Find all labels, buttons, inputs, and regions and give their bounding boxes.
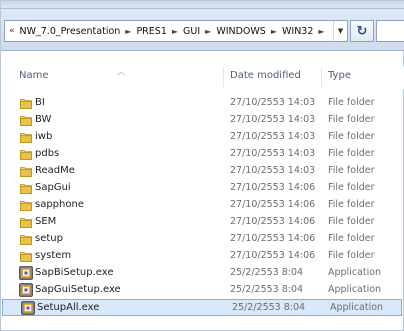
breadcrumb[interactable]: « NW_7.0_Presentation ► PRES1 ► GUI ► WI… [4, 20, 348, 42]
file-date-modified: 25/2/2553 8:04 [230, 267, 304, 278]
folder-icon [20, 131, 32, 143]
file-list: BI 27/10/2553 14:03 File folder BW 27/10/255… [1, 95, 404, 316]
file-row[interactable]: BW 27/10/2553 14:03 File folder [1, 112, 401, 129]
file-row[interactable]: SEM 27/10/2553 14:06 File folder [1, 214, 401, 231]
file-date-modified: 27/10/2553 14:03 [230, 165, 316, 176]
column-header-name[interactable]: Name [19, 70, 49, 81]
column-header-row: ︿ Name Date modified Type [1, 67, 404, 89]
title-bar [1, 1, 404, 9]
breadcrumb-item[interactable]: WINDOWS [214, 26, 268, 37]
folder-icon [20, 97, 32, 109]
file-name[interactable]: ReadMe [35, 165, 75, 176]
file-name[interactable]: SapBiSetup.exe [35, 267, 114, 278]
file-name[interactable]: SapGuiSetup.exe [35, 284, 121, 295]
file-type: File folder [328, 199, 375, 210]
file-date-modified: 27/10/2553 14:03 [230, 148, 316, 159]
file-row[interactable]: setup 27/10/2553 14:06 File folder [1, 231, 401, 248]
refresh-button[interactable]: ↻ [350, 20, 374, 42]
application-icon [19, 283, 33, 297]
breadcrumb-item[interactable]: GUI [181, 26, 202, 37]
folder-icon [20, 165, 32, 177]
breadcrumb-separator-icon[interactable]: ► [122, 27, 134, 36]
file-type: File folder [328, 216, 375, 227]
file-name[interactable]: iwb [35, 131, 52, 142]
file-name[interactable]: pdbs [35, 148, 59, 159]
breadcrumb-item[interactable]: WIN32 [280, 26, 315, 37]
file-row[interactable]: iwb 27/10/2553 14:03 File folder [1, 129, 401, 146]
folder-icon [20, 233, 32, 245]
file-name[interactable]: SEM [35, 216, 56, 227]
file-date-modified: 27/10/2553 14:06 [230, 233, 316, 244]
overflow-chevron-icon[interactable]: « [5, 26, 18, 36]
refresh-icon: ↻ [356, 23, 368, 39]
application-icon [19, 266, 33, 280]
file-type: File folder [328, 131, 375, 142]
file-date-modified: 27/10/2553 14:03 [230, 131, 316, 142]
breadcrumb-separator-icon[interactable]: ► [169, 27, 181, 36]
file-name[interactable]: BW [35, 114, 51, 125]
file-name[interactable]: sapphone [35, 199, 84, 210]
file-row[interactable]: BI 27/10/2553 14:03 File folder [1, 95, 401, 112]
column-divider[interactable] [223, 67, 224, 87]
address-dropdown-icon[interactable]: ▼ [333, 21, 347, 41]
file-type: File folder [328, 97, 375, 108]
file-row[interactable]: SetupAll.exe 25/2/2553 8:04 Application [2, 299, 402, 316]
file-date-modified: 27/10/2553 14:06 [230, 182, 316, 193]
search-input[interactable] [376, 20, 404, 42]
file-name[interactable]: SetupAll.exe [37, 302, 99, 313]
sort-ascending-icon: ︿ [117, 67, 125, 76]
folder-icon [20, 216, 32, 228]
folder-icon [20, 148, 32, 160]
file-row[interactable]: system 27/10/2553 14:06 File folder [1, 248, 401, 265]
column-divider[interactable] [321, 67, 322, 87]
file-type: File folder [328, 233, 375, 244]
file-row[interactable]: SapGui 27/10/2553 14:06 File folder [1, 180, 401, 197]
file-row[interactable]: SapBiSetup.exe 25/2/2553 8:04 Application [1, 265, 401, 282]
file-date-modified: 27/10/2553 14:06 [230, 216, 316, 227]
file-date-modified: 27/10/2553 14:06 [230, 250, 316, 261]
file-type: Application [330, 302, 384, 313]
breadcrumb-item[interactable]: NW_7.0_Presentation [18, 26, 123, 37]
file-type: Application [328, 284, 382, 295]
breadcrumb-separator-icon[interactable]: ► [268, 27, 280, 36]
file-row[interactable]: pdbs 27/10/2553 14:03 File folder [1, 146, 401, 163]
file-row[interactable]: SapGuiSetup.exe 25/2/2553 8:04 Application [1, 282, 401, 299]
folder-icon [20, 182, 32, 194]
file-type: File folder [328, 148, 375, 159]
file-date-modified: 27/10/2553 14:06 [230, 199, 316, 210]
file-row[interactable]: ReadMe 27/10/2553 14:03 File folder [1, 163, 401, 180]
application-icon [21, 301, 35, 315]
breadcrumb-separator-icon[interactable]: ► [315, 27, 327, 36]
file-row[interactable]: sapphone 27/10/2553 14:06 File folder [1, 197, 401, 214]
file-type: File folder [328, 182, 375, 193]
column-header-date[interactable]: Date modified [230, 70, 301, 81]
file-type: File folder [328, 165, 375, 176]
file-date-modified: 25/2/2553 8:04 [232, 302, 306, 313]
file-name[interactable]: system [35, 250, 71, 261]
column-header-type[interactable]: Type [328, 70, 351, 81]
file-date-modified: 27/10/2553 14:03 [230, 114, 316, 125]
file-name[interactable]: setup [35, 233, 63, 244]
file-date-modified: 27/10/2553 14:03 [230, 97, 316, 108]
folder-icon [20, 250, 32, 262]
breadcrumb-item[interactable]: PRES1 [134, 26, 168, 37]
file-date-modified: 25/2/2553 8:04 [230, 284, 304, 295]
explorer-window: « NW_7.0_Presentation ► PRES1 ► GUI ► WI… [0, 0, 404, 331]
folder-icon [20, 199, 32, 211]
file-name[interactable]: SapGui [35, 182, 71, 193]
breadcrumb-separator-icon[interactable]: ► [202, 27, 214, 36]
file-name[interactable]: BI [35, 97, 45, 108]
address-bar: « NW_7.0_Presentation ► PRES1 ► GUI ► WI… [1, 9, 404, 51]
file-type: File folder [328, 250, 375, 261]
folder-icon [20, 114, 32, 126]
file-type: File folder [328, 114, 375, 125]
file-type: Application [328, 267, 382, 278]
